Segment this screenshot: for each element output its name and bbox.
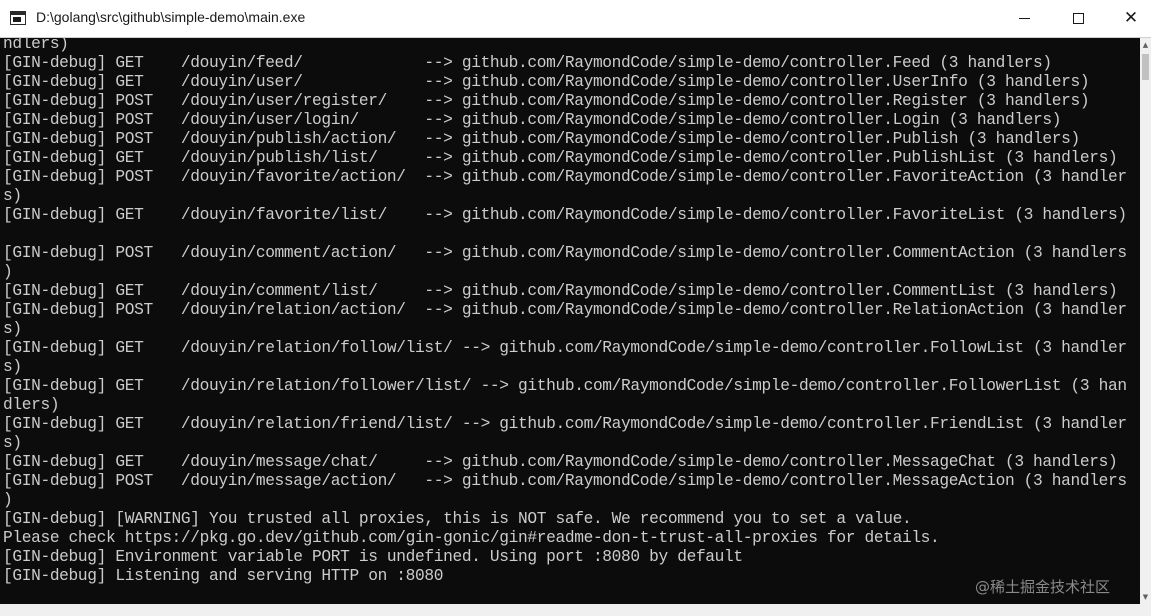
minimize-icon xyxy=(1018,18,1030,19)
console-line: [GIN-debug] GET /douyin/relation/followe… xyxy=(3,377,1127,395)
console-line: s) xyxy=(3,320,22,338)
maximize-icon xyxy=(1072,13,1084,24)
console-window: D:\golang\src\github\simple-demo\main.ex… xyxy=(0,0,1151,616)
console-line: [GIN-debug] Environment variable PORT is… xyxy=(3,548,743,566)
console-line: [GIN-debug] GET /douyin/favorite/list/ -… xyxy=(3,206,1127,224)
console-output[interactable]: ndlers) [GIN-debug] GET /douyin/feed/ -->… xyxy=(0,38,1140,604)
console-line: [GIN-debug] GET /douyin/relation/friend/… xyxy=(3,415,1127,433)
console-line: s) xyxy=(3,434,22,452)
window-bottom-border xyxy=(0,604,1151,616)
console-line: [GIN-debug] [WARNING] You trusted all pr… xyxy=(3,510,912,528)
title-bar[interactable]: D:\golang\src\github\simple-demo\main.ex… xyxy=(0,0,1151,38)
console-line: [GIN-debug] GET /douyin/message/chat/ --… xyxy=(3,453,1118,471)
maximize-button[interactable] xyxy=(1055,0,1101,37)
console-line: [GIN-debug] POST /douyin/user/login/ -->… xyxy=(3,111,1062,129)
vertical-scrollbar[interactable]: ▲ ▼ xyxy=(1140,38,1151,604)
console-line: ) xyxy=(3,491,13,509)
console-line: [GIN-debug] GET /douyin/publish/list/ --… xyxy=(3,149,1118,167)
console-line: Please check https://pkg.go.dev/github.c… xyxy=(3,529,940,547)
minimize-button[interactable] xyxy=(1001,0,1047,37)
console-app-icon xyxy=(10,11,26,25)
console-line: [GIN-debug] GET /douyin/comment/list/ --… xyxy=(3,282,1118,300)
console-line: [GIN-debug] POST /douyin/message/action/… xyxy=(3,472,1127,490)
close-button[interactable]: ✕ xyxy=(1108,0,1151,37)
close-icon: ✕ xyxy=(1123,8,1139,28)
scrollbar-thumb[interactable] xyxy=(1142,54,1149,80)
scroll-down-arrow-icon[interactable]: ▼ xyxy=(1140,590,1151,604)
console-line: dlers) xyxy=(3,396,60,414)
console-line: [GIN-debug] GET /douyin/user/ --> github… xyxy=(3,73,1090,91)
console-line: [GIN-debug] Listening and serving HTTP o… xyxy=(3,567,444,585)
console-line: [GIN-debug] POST /douyin/favorite/action… xyxy=(3,168,1127,186)
console-line: [GIN-debug] POST /douyin/publish/action/… xyxy=(3,130,1080,148)
console-line: [GIN-debug] GET /douyin/relation/follow/… xyxy=(3,339,1127,357)
console-line: [GIN-debug] POST /douyin/comment/action/… xyxy=(3,244,1127,262)
window-title: D:\golang\src\github\simple-demo\main.ex… xyxy=(36,9,306,25)
scroll-up-arrow-icon[interactable]: ▲ xyxy=(1140,38,1151,52)
console-line: [GIN-debug] GET /douyin/feed/ --> github… xyxy=(3,54,1052,72)
console-lines: ndlers) [GIN-debug] GET /douyin/feed/ -->… xyxy=(3,38,1140,586)
console-line: s) xyxy=(3,187,22,205)
console-line: ) xyxy=(3,263,13,281)
console-line: [GIN-debug] POST /douyin/relation/action… xyxy=(3,301,1127,319)
console-line: ndlers) xyxy=(3,38,69,53)
console-line: [GIN-debug] POST /douyin/user/register/ … xyxy=(3,92,1090,110)
console-line: s) xyxy=(3,358,22,376)
watermark: @稀土掘金技术社区 xyxy=(975,578,1111,596)
